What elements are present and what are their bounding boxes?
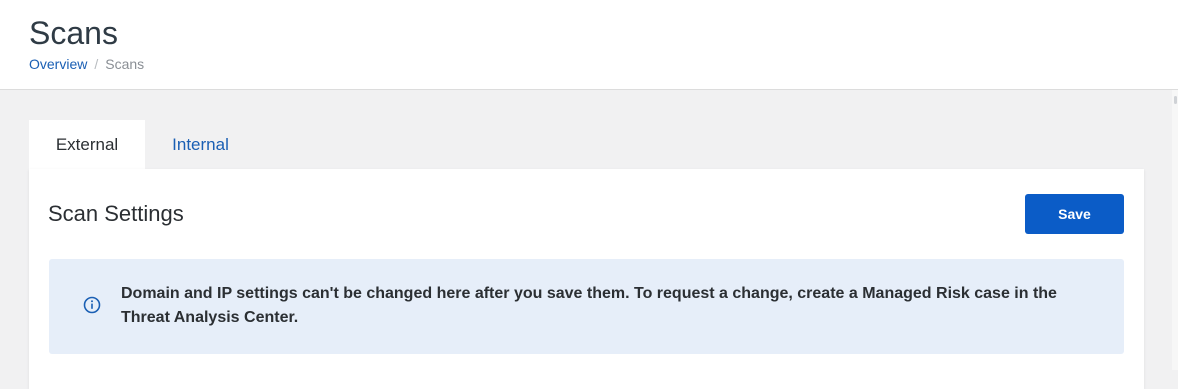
info-message: Domain and IP settings can't be changed … bbox=[121, 285, 1057, 326]
page-header: Scans Overview / Scans bbox=[0, 0, 1178, 90]
breadcrumb: Overview / Scans bbox=[29, 55, 144, 73]
scrollbar-thumb[interactable] bbox=[1174, 96, 1177, 104]
tab-external[interactable]: External bbox=[29, 120, 145, 169]
page-title: Scans bbox=[29, 15, 118, 51]
tab-bar: External Internal bbox=[29, 120, 256, 169]
save-button[interactable]: Save bbox=[1025, 194, 1124, 234]
breadcrumb-overview-link[interactable]: Overview bbox=[29, 55, 87, 73]
breadcrumb-separator: / bbox=[94, 56, 99, 72]
tab-internal[interactable]: Internal bbox=[145, 120, 256, 169]
info-circle-icon bbox=[83, 296, 101, 314]
card-title: Scan Settings bbox=[48, 201, 184, 226]
scrollbar[interactable] bbox=[1172, 90, 1178, 370]
info-banner: Domain and IP settings can't be changed … bbox=[49, 259, 1124, 354]
scan-settings-card: Scan Settings Save Domain and IP setting… bbox=[29, 169, 1144, 389]
breadcrumb-current: Scans bbox=[105, 56, 145, 72]
